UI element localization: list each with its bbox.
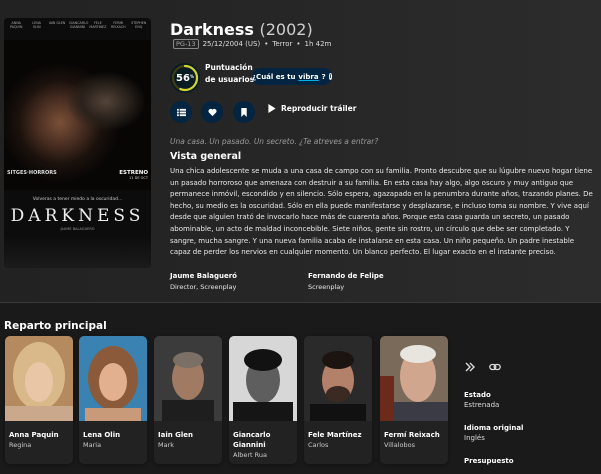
poster-credit: STEPHEN ENQ <box>131 21 147 29</box>
bookmark-icon <box>241 107 247 117</box>
cast-role: Maria <box>83 441 102 449</box>
heart-icon <box>207 108 217 116</box>
favorite-button[interactable] <box>201 101 223 123</box>
fact-label: Estado <box>464 391 491 399</box>
cast-name: Giancarlo Giannini <box>233 431 271 449</box>
cast-photo <box>229 336 297 421</box>
cast-photo <box>79 336 147 421</box>
crew-name[interactable]: Jaume Balagueró <box>170 271 237 282</box>
watchlist-button[interactable] <box>233 101 255 123</box>
add-to-list-button[interactable] <box>170 101 192 123</box>
score-unit: % <box>189 73 194 79</box>
cast-role: Carlos <box>308 441 329 449</box>
certification-badge: PG-13 <box>173 39 199 49</box>
cast-name: Fele Martínez <box>308 431 362 439</box>
overview-text: Una chica adolescente se muda a una casa… <box>170 167 593 257</box>
poster-credit: FERMI REIXACH <box>111 21 126 29</box>
facts-separator: • <box>264 40 269 48</box>
score-number: 56 <box>176 72 190 84</box>
poster-release: ESTRENO 11 DE OCT <box>119 170 148 180</box>
list-icon <box>176 108 186 116</box>
score-label: Puntuación de usuarios <box>205 63 255 84</box>
poster-bottom <box>4 236 151 268</box>
movie-tagline: Una casa. Un pasado. Un secreto. ¿Te atr… <box>170 137 379 146</box>
cast-name: Fermí Reixach <box>384 431 440 439</box>
cast-role: Villalobos <box>384 441 415 449</box>
homepage-link[interactable] <box>465 362 476 375</box>
overview-heading: Vista general <box>170 151 242 162</box>
crew-job: Director, Screenplay <box>170 283 237 291</box>
user-score-chart[interactable]: 56% <box>170 63 200 93</box>
poster-credit: LENA OLIN <box>32 21 41 29</box>
score-value: 56% <box>170 63 200 93</box>
fact-value: Inglés <box>464 434 485 442</box>
genre-link[interactable]: Terror <box>272 40 292 48</box>
status-fact: Estado Estrenada <box>464 390 499 410</box>
facts-separator: • <box>296 40 301 48</box>
cast-card[interactable]: Iain Glen Mark <box>154 336 222 464</box>
crew-job: Screenplay <box>308 283 345 291</box>
info-icon: i <box>328 73 332 80</box>
poster-release-date: 11 DE OCT <box>129 176 148 180</box>
fact-label: Presupuesto <box>464 457 514 465</box>
poster-tagline: Volveras a tener miedo a la oscuridad... <box>32 197 123 202</box>
cast-role: Regina <box>9 441 32 449</box>
movie-year: (2002) <box>259 20 313 39</box>
poster-credit: GIANCARLO GIANNINI <box>68 21 89 29</box>
cast-role: Mark <box>158 441 175 449</box>
poster-credits: ANNA PAQUIN LENA OLIN IAIN GLEN GIANCARL… <box>4 18 151 40</box>
cast-photo <box>154 336 222 421</box>
cast-card[interactable]: Anna Paquin Regina <box>5 336 73 464</box>
runtime: 1h 42m <box>304 40 332 48</box>
poster-hand <box>66 70 146 140</box>
budget-fact: Presupuesto <box>464 456 514 466</box>
external-link[interactable] <box>489 362 501 375</box>
homepage-icon <box>465 362 475 372</box>
cast-card[interactable]: Fele Martínez Carlos <box>304 336 372 464</box>
play-icon <box>268 104 276 113</box>
trailer-label: Reproducir tráiler <box>281 104 357 113</box>
movie-poster[interactable]: ANNA PAQUIN LENA OLIN IAIN GLEN GIANCARL… <box>4 18 151 268</box>
cast-card[interactable]: Fermí Reixach Villalobos <box>380 336 448 464</box>
poster-credit: FELE MARTINEZ <box>89 21 107 29</box>
link-icon <box>489 363 501 371</box>
vibe-button[interactable]: ¿Cuál es tu vibra? i <box>252 68 332 85</box>
fact-label: Idioma original <box>464 424 524 432</box>
cast-name: Lena Olin <box>83 431 121 439</box>
cast-card[interactable]: Lena Olin Maria <box>79 336 147 464</box>
section-divider <box>0 302 601 303</box>
poster-title: DARKNESS <box>10 206 145 226</box>
cast-name: Iain Glen <box>158 431 194 439</box>
movie-header: ANNA PAQUIN LENA OLIN IAIN GLEN GIANCARL… <box>0 0 601 302</box>
crew-member: Jaume Balagueró Director, Screenplay <box>170 271 237 293</box>
vibe-prefix: ¿Cuál es tu <box>252 72 296 81</box>
cast-name: Anna Paquin <box>9 431 59 439</box>
poster-director: JAUME BALAGUERÓ <box>60 227 95 231</box>
cast-card[interactable]: Giancarlo Giannini Albert Rua <box>229 336 297 464</box>
vibe-word: vibra <box>298 72 319 81</box>
play-trailer-button[interactable]: Reproducir tráiler <box>268 104 356 113</box>
vibe-suffix: ? <box>321 72 326 81</box>
cast-photo <box>304 336 372 421</box>
movie-facts: PG-13 25/12/2004 (US) • Terror • 1h 42m <box>173 39 331 49</box>
crew-name[interactable]: Fernando de Felipe <box>308 271 384 282</box>
cast-photo <box>5 336 73 421</box>
language-fact: Idioma original Inglés <box>464 423 523 443</box>
release-date: 25/12/2004 (US) <box>202 40 261 48</box>
poster-credit: IAIN GLEN <box>48 21 66 25</box>
crew-member: Fernando de Felipe Screenplay <box>308 271 384 293</box>
cast-role: Albert Rua <box>233 451 267 459</box>
cast-heading: Reparto principal <box>4 320 107 332</box>
poster-studio: SITGES·HORRORS <box>7 170 57 176</box>
cast-photo <box>380 336 448 421</box>
movie-title: Darkness (2002) <box>170 20 313 39</box>
poster-credit: ANNA PAQUIN <box>9 21 23 29</box>
fact-value: Estrenada <box>464 401 500 409</box>
movie-title-text[interactable]: Darkness <box>170 20 254 39</box>
